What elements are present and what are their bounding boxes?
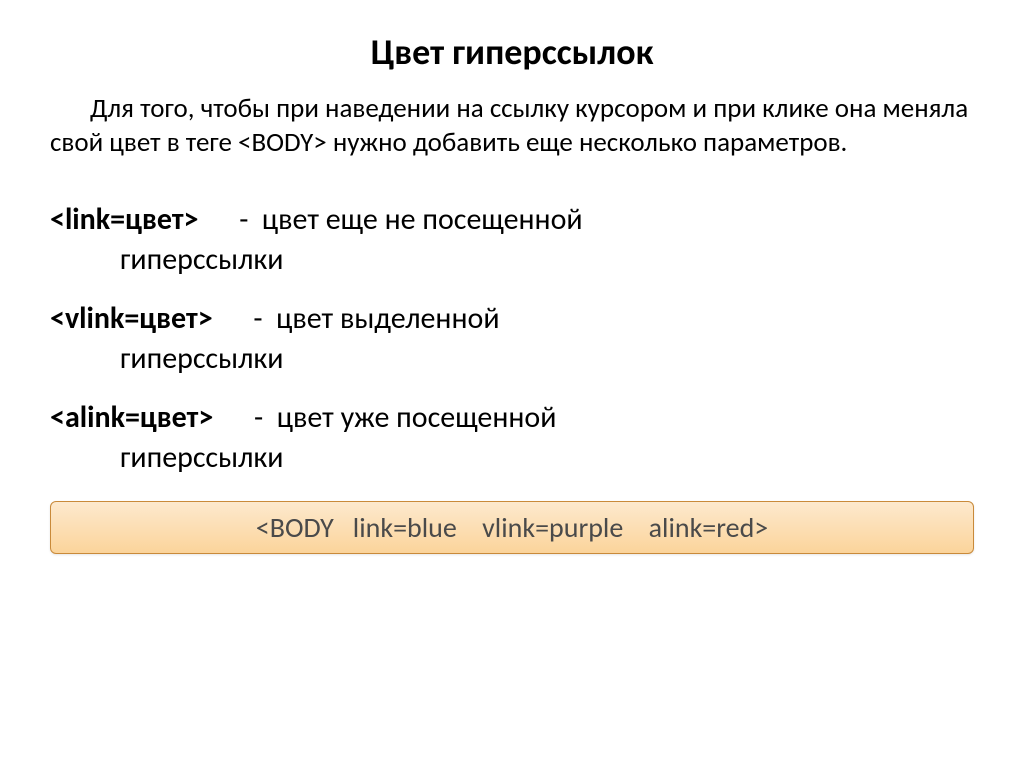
- definition-continuation: гиперссылки: [50, 240, 974, 281]
- term-link: <link=цвет>: [50, 201, 198, 238]
- definition-text: - цвет уже посещенной: [254, 399, 556, 436]
- page-title: Цвет гиперссылок: [50, 30, 974, 74]
- definition-item: <vlink=цвет> - цвет выделенной гиперссыл…: [50, 299, 974, 380]
- definition-continuation: гиперссылки: [50, 339, 974, 380]
- spacing: [198, 201, 239, 238]
- term-vlink: <vlink=цвет>: [50, 300, 213, 337]
- definition-continuation: гиперссылки: [50, 438, 974, 479]
- spacing: [213, 399, 254, 436]
- definition-item: <link=цвет> - цвет еще не посещенной гип…: [50, 200, 974, 281]
- code-example-box: <BODY link=blue vlink=purple alink=red>: [50, 501, 974, 554]
- term-alink: <alink=цвет>: [50, 399, 213, 436]
- definition-text: - цвет еще не посещенной: [239, 201, 582, 238]
- intro-paragraph: Для того, чтобы при наведении на ссылку …: [50, 92, 974, 160]
- code-example-text: <BODY link=blue vlink=purple alink=red>: [256, 510, 768, 545]
- spacing: [213, 300, 254, 337]
- definition-item: <alink=цвет> - цвет уже посещенной гипер…: [50, 398, 974, 479]
- definitions-list: <link=цвет> - цвет еще не посещенной гип…: [50, 200, 974, 479]
- definition-text: - цвет выделенной: [253, 300, 499, 337]
